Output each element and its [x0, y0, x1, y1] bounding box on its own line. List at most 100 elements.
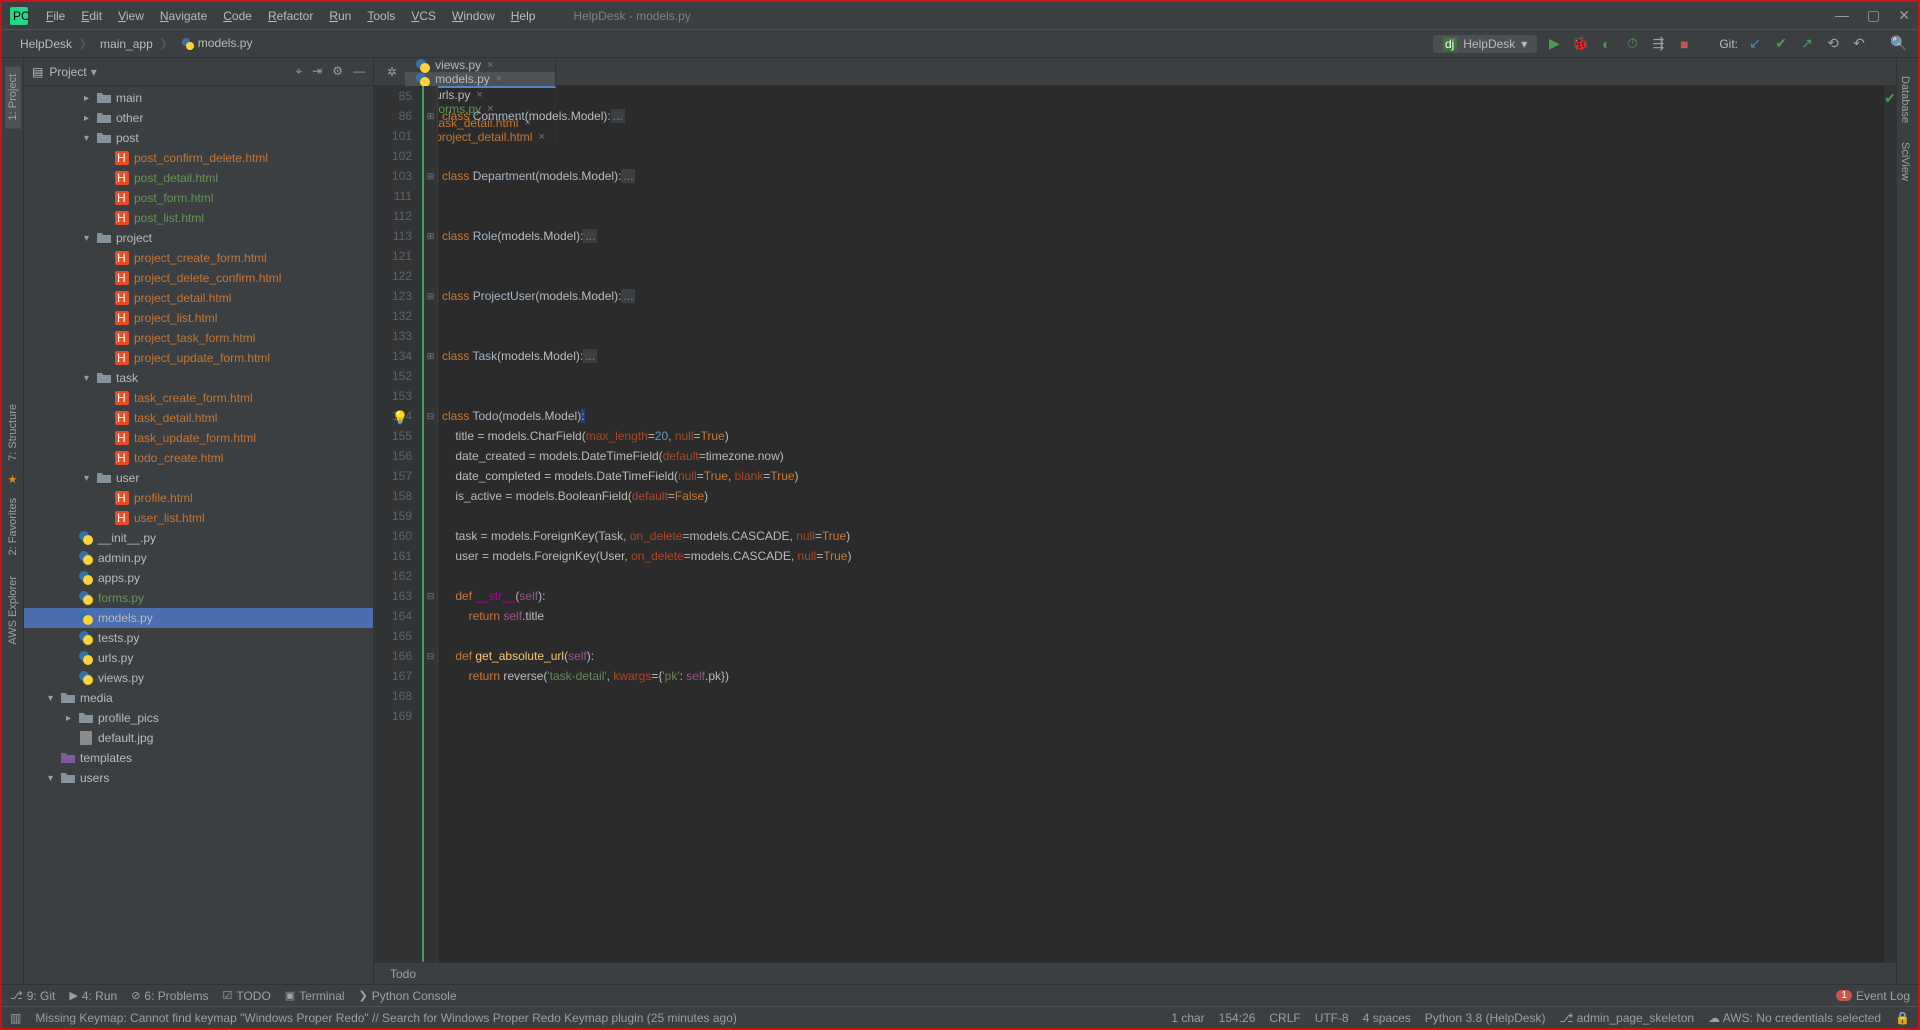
tool-git[interactable]: ⎇ 9: Git — [10, 989, 55, 1003]
vcs-update-icon[interactable]: ↙ — [1746, 35, 1764, 52]
status-lock-icon[interactable]: 🔒 — [1895, 1011, 1910, 1025]
status-aws[interactable]: ☁ AWS: No credentials selected — [1708, 1011, 1881, 1025]
editor-breadcrumb[interactable]: Todo — [374, 962, 1896, 984]
toolwindows-toggle-icon[interactable]: ▥ — [10, 1011, 21, 1025]
close-icon[interactable]: ✕ — [1898, 7, 1910, 24]
tree-node[interactable]: apps.py — [24, 568, 373, 588]
tree-node[interactable]: ▾user — [24, 468, 373, 488]
sidebar-tab-database[interactable]: Database — [1897, 68, 1913, 131]
project-tree[interactable]: ▸main▸other▾postHpost_confirm_delete.htm… — [24, 86, 373, 984]
sidebar-tab-structure[interactable]: 7: Structure — [5, 396, 21, 469]
tab-close-icon[interactable]: × — [487, 59, 493, 71]
locate-icon[interactable]: ⌖ — [295, 64, 302, 79]
tree-node[interactable]: Hproject_list.html — [24, 308, 373, 328]
tree-node[interactable]: models.py — [24, 608, 373, 628]
vcs-history-icon[interactable]: ⟲ — [1824, 35, 1842, 52]
error-stripe[interactable]: ✔ — [1884, 86, 1896, 962]
status-indent[interactable]: 4 spaces — [1363, 1011, 1411, 1025]
tree-node[interactable]: Htask_update_form.html — [24, 428, 373, 448]
stop-icon[interactable]: ■ — [1675, 36, 1693, 52]
tree-node[interactable]: Hprofile.html — [24, 488, 373, 508]
run-icon[interactable]: ▶ — [1545, 35, 1563, 52]
tree-node[interactable]: ▸other — [24, 108, 373, 128]
status-git-branch[interactable]: ⎇ admin_page_skeleton — [1559, 1011, 1694, 1025]
tree-node[interactable]: Hproject_delete_confirm.html — [24, 268, 373, 288]
menu-window[interactable]: Window — [444, 9, 503, 23]
minimize-icon[interactable]: — — [1835, 7, 1849, 24]
tree-node[interactable]: Hproject_update_form.html — [24, 348, 373, 368]
tree-node[interactable]: tests.py — [24, 628, 373, 648]
tree-node[interactable]: views.py — [24, 668, 373, 688]
tool-terminal[interactable]: ▣ Terminal — [285, 989, 345, 1003]
tree-node[interactable]: Hpost_list.html — [24, 208, 373, 228]
tree-node[interactable]: Htodo_create.html — [24, 448, 373, 468]
vcs-push-icon[interactable]: ↗ — [1798, 35, 1816, 52]
sidebar-tab-favorites[interactable]: 2: Favorites — [5, 490, 21, 563]
status-caret-pos[interactable]: 154:26 — [1219, 1011, 1256, 1025]
tree-node[interactable]: forms.py — [24, 588, 373, 608]
vcs-commit-icon[interactable]: ✔ — [1772, 35, 1790, 52]
hide-icon[interactable]: — — [353, 64, 365, 79]
tree-node[interactable]: ▸main — [24, 88, 373, 108]
collapse-all-icon[interactable]: ⇥ — [312, 64, 322, 79]
tree-node[interactable]: ▾users — [24, 768, 373, 788]
menu-vcs[interactable]: VCS — [403, 9, 444, 23]
debug-icon[interactable]: 🐞 — [1571, 35, 1589, 52]
tree-node[interactable]: Hproject_task_form.html — [24, 328, 373, 348]
menu-navigate[interactable]: Navigate — [152, 9, 215, 23]
profile-icon[interactable]: ⏱ — [1623, 35, 1641, 52]
tool-todo[interactable]: ☑ TODO — [222, 989, 270, 1003]
maximize-icon[interactable]: ▢ — [1867, 7, 1880, 24]
status-encoding[interactable]: UTF-8 — [1315, 1011, 1349, 1025]
project-view-label[interactable]: Project — [49, 65, 86, 79]
menu-refactor[interactable]: Refactor — [260, 9, 321, 23]
tree-node[interactable]: urls.py — [24, 648, 373, 668]
tree-node[interactable]: admin.py — [24, 548, 373, 568]
tree-node[interactable]: Hpost_confirm_delete.html — [24, 148, 373, 168]
tree-node[interactable]: ▾post — [24, 128, 373, 148]
gutter-fold[interactable]: ⊞⊞⊞⊞⊞⊟⊟⊟ — [424, 86, 438, 962]
tool-problems[interactable]: ⊘ 6: Problems — [131, 989, 208, 1003]
tree-node[interactable]: ▸profile_pics — [24, 708, 373, 728]
tool-python-console[interactable]: ❯ Python Console — [359, 989, 457, 1003]
sidebar-tab-sciview[interactable]: SciView — [1897, 134, 1913, 189]
tool-run[interactable]: ▶ 4: Run — [69, 989, 117, 1003]
sidebar-tab-project[interactable]: 1: Project — [5, 66, 21, 128]
tree-node[interactable]: Htask_create_form.html — [24, 388, 373, 408]
tree-node[interactable]: Hpost_form.html — [24, 188, 373, 208]
settings-icon[interactable]: ⚙ — [332, 64, 343, 79]
tree-node[interactable]: __init__.py — [24, 528, 373, 548]
vcs-rollback-icon[interactable]: ↶ — [1850, 35, 1868, 52]
editor-tab[interactable]: views.py× — [405, 58, 556, 72]
intention-bulb-icon[interactable]: 💡 — [392, 410, 408, 426]
crumb-project[interactable]: HelpDesk — [12, 35, 80, 53]
search-everywhere-icon[interactable]: 🔍 — [1890, 35, 1908, 52]
status-interpreter[interactable]: Python 3.8 (HelpDesk) — [1425, 1011, 1546, 1025]
tree-node[interactable]: default.jpg — [24, 728, 373, 748]
status-line-separator[interactable]: CRLF — [1269, 1011, 1300, 1025]
menu-tools[interactable]: Tools — [359, 9, 403, 23]
crumb-folder[interactable]: main_app — [92, 35, 161, 53]
tree-node[interactable]: ▾project — [24, 228, 373, 248]
tree-node[interactable]: Hproject_create_form.html — [24, 248, 373, 268]
menu-code[interactable]: Code — [215, 9, 260, 23]
tree-node[interactable]: Hpost_detail.html — [24, 168, 373, 188]
coverage-icon[interactable]: ◐ — [1597, 36, 1615, 52]
run-config-selector[interactable]: djHelpDesk ▾ — [1433, 35, 1537, 53]
menu-run[interactable]: Run — [321, 9, 359, 23]
project-view-icon[interactable]: ▤ — [32, 65, 43, 79]
menu-view[interactable]: View — [110, 9, 152, 23]
tree-node[interactable]: templates — [24, 748, 373, 768]
tree-node[interactable]: ▾task — [24, 368, 373, 388]
tree-node[interactable]: Hproject_detail.html — [24, 288, 373, 308]
tree-node[interactable]: Htask_detail.html — [24, 408, 373, 428]
code-text[interactable]: class Comment(models.Model):...class Dep… — [438, 86, 1896, 962]
tree-node[interactable]: Huser_list.html — [24, 508, 373, 528]
menu-edit[interactable]: Edit — [73, 9, 110, 23]
crumb-file[interactable]: models.py — [173, 34, 261, 53]
sidebar-tab-aws[interactable]: AWS Explorer — [5, 568, 21, 653]
tree-node[interactable]: ▾media — [24, 688, 373, 708]
code-editor[interactable]: 8586101102103111112113121122123132133134… — [374, 86, 1896, 962]
menu-file[interactable]: File — [38, 9, 73, 23]
event-log[interactable]: 1 Event Log — [1836, 989, 1910, 1003]
